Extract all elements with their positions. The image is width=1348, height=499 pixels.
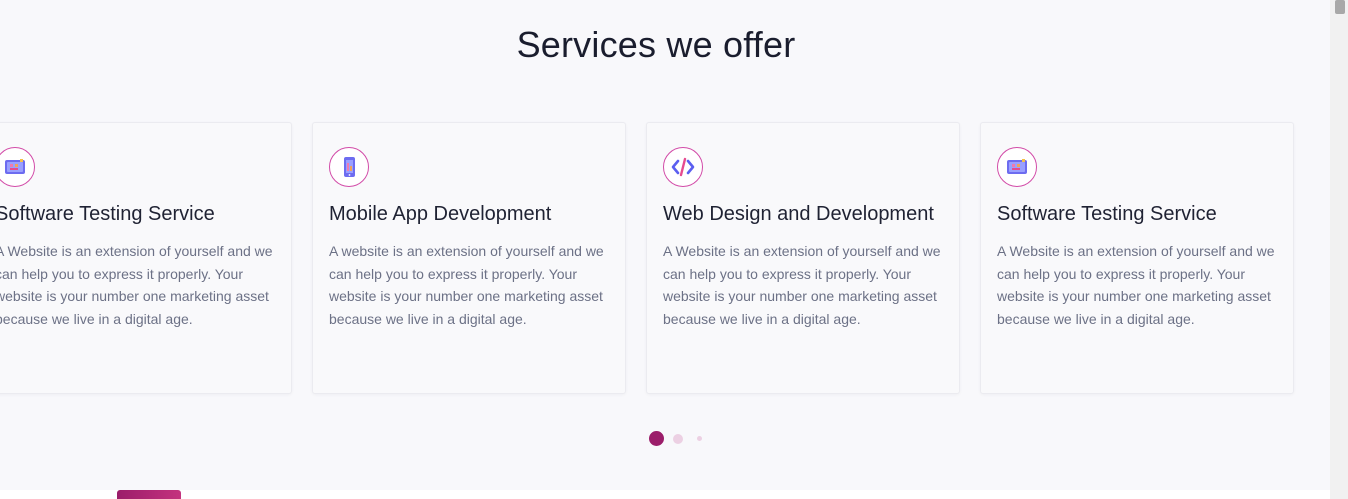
decorative-shape [117,490,181,499]
card-description: A website is an extension of yourself an… [329,243,604,327]
carousel-dot-active[interactable] [649,431,664,446]
carousel-dot[interactable] [697,436,702,441]
software-testing-icon [0,147,35,187]
carousel-dot[interactable] [673,433,683,444]
services-carousel-track: Software Testing Service A Website is an… [0,122,1294,394]
code-icon [663,147,703,187]
section-title: Services we offer [516,24,796,65]
card-title: Software Testing Service [0,203,215,225]
card-title: Web Design and Development [663,203,934,225]
mobile-app-icon [329,147,369,187]
card-description: A Website is an extension of yourself an… [663,243,941,327]
next-section-edge [0,490,1330,499]
carousel-pagination [649,431,702,446]
card-title: Mobile App Development [329,203,552,225]
service-card-web-design[interactable]: Web Design and Development A Website is … [646,122,960,394]
services-section: Services we offer Software Testing Servi… [0,0,1330,490]
card-description: A Website is an extension of yourself an… [997,243,1275,327]
page-scrollbar[interactable] [1330,0,1348,499]
service-card-mobile-app[interactable]: Mobile App Development A website is an e… [312,122,626,394]
card-title: Software Testing Service [997,203,1217,225]
scrollbar-thumb[interactable] [1335,0,1345,14]
service-card-software-testing-2[interactable]: Software Testing Service A Website is an… [980,122,1294,394]
service-card-software-testing[interactable]: Software Testing Service A Website is an… [0,122,292,394]
card-description: A Website is an extension of yourself an… [0,243,273,327]
software-testing-icon [997,147,1037,187]
